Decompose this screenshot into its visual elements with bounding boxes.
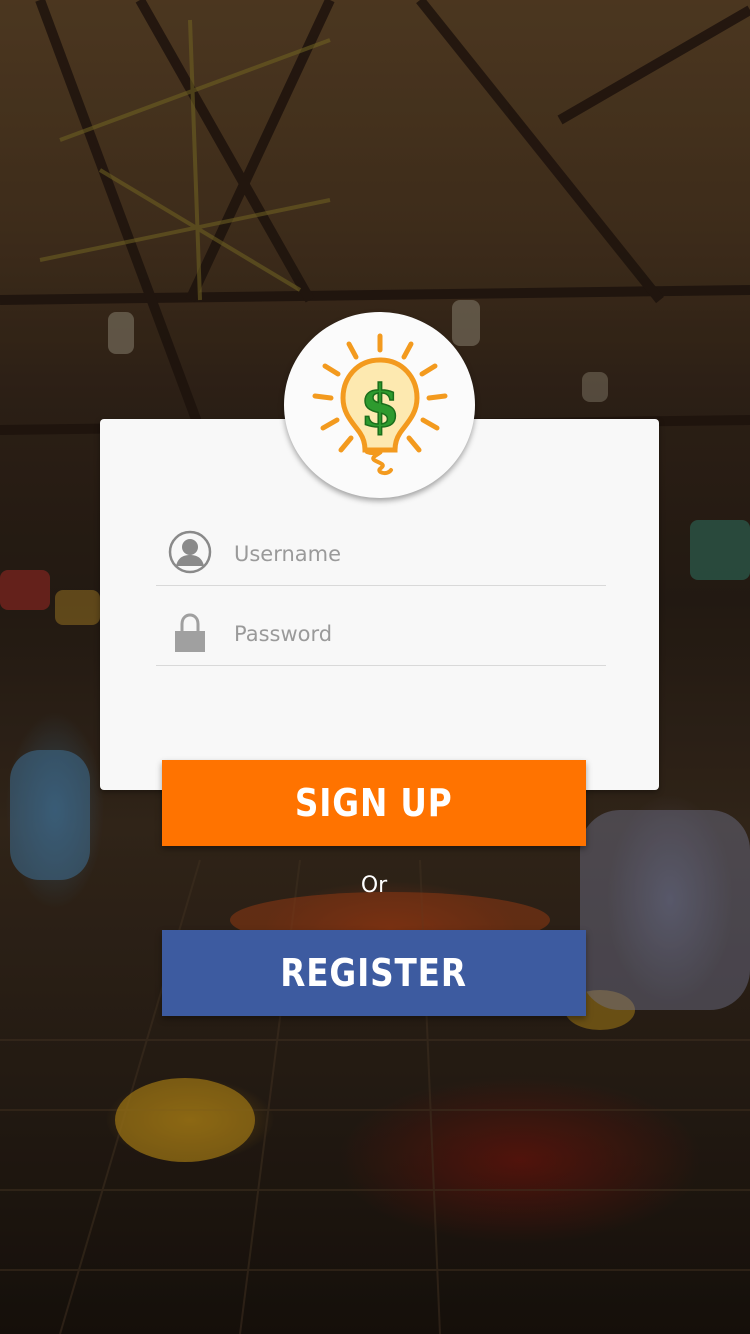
or-separator: Or — [360, 873, 388, 898]
lock-icon — [175, 613, 205, 652]
sign-up-label: SIGN UP — [295, 781, 453, 825]
password-field — [156, 600, 606, 666]
sign-up-button[interactable]: SIGN UP — [162, 760, 586, 846]
username-field — [156, 520, 606, 586]
app-logo: $ — [284, 312, 475, 498]
svg-text:$: $ — [359, 372, 399, 440]
lightbulb-dollar-icon: $ — [312, 333, 447, 476]
user-icon — [168, 530, 212, 574]
register-label: REGISTER — [280, 951, 468, 995]
password-input[interactable] — [234, 614, 594, 654]
register-button[interactable]: REGISTER — [162, 930, 586, 1016]
username-input[interactable] — [234, 534, 594, 574]
